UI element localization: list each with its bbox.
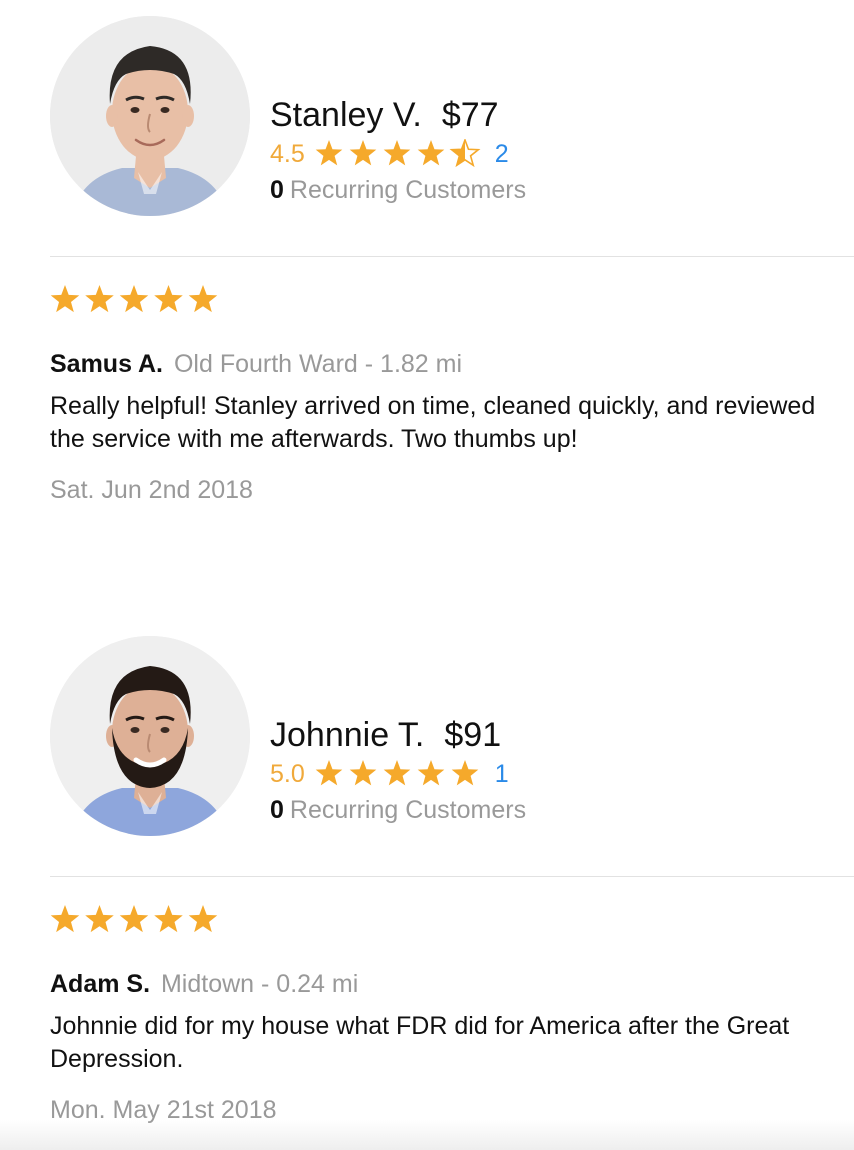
pro-header[interactable]: Stanley V. $77 4.5 2 0 Recurring Customers	[0, 0, 854, 256]
star-full-icon	[85, 285, 114, 313]
review-stars-icon	[50, 285, 218, 313]
review-stars-icon	[50, 905, 218, 933]
star-full-icon	[451, 760, 479, 786]
star-full-icon	[315, 760, 343, 786]
recurring-customers: 0 Recurring Customers	[270, 794, 526, 826]
pro-name-line: Johnnie T. $91	[270, 714, 526, 756]
pro-header[interactable]: Johnnie T. $91 5.0 1 0 Recurring Customers	[0, 620, 854, 876]
star-rating-icon	[315, 139, 481, 168]
review: Samus A. Old Fourth Ward - 1.82 mi Reall…	[50, 284, 830, 506]
star-full-icon	[417, 140, 445, 166]
star-full-icon	[188, 285, 218, 313]
pro-card: Stanley V. $77 4.5 2 0 Recurring Customers…	[0, 0, 854, 504]
recurring-label: Recurring Customers	[289, 796, 527, 824]
pro-info: Johnnie T. $91 5.0 1 0 Recurring Customers	[270, 714, 526, 826]
recurring-count: 0	[270, 176, 284, 204]
star-full-icon	[154, 905, 183, 933]
pro-name: Johnnie T.	[270, 716, 425, 754]
review-count-link[interactable]: 1	[495, 760, 509, 789]
review-text: Johnnie did for my house what FDR did fo…	[50, 1012, 790, 1073]
reviewer-location: Midtown - 0.24 mi	[160, 970, 359, 998]
person-photo-icon	[50, 16, 250, 216]
pro-avatar[interactable]	[50, 636, 250, 836]
divider	[50, 876, 854, 877]
rating-line: 5.0 1	[270, 758, 526, 790]
pro-card: Johnnie T. $91 5.0 1 0 Recurring Customers…	[0, 620, 854, 1124]
reviewer-line: Samus A. Old Fourth Ward - 1.82 mi	[50, 348, 830, 380]
review-text: Really helpful! Stanley arrived on time,…	[50, 392, 816, 453]
reviewer-name: Samus A.	[50, 350, 164, 378]
reviewer-name: Adam S.	[50, 970, 151, 998]
star-full-icon	[119, 285, 149, 313]
star-full-icon	[119, 905, 149, 933]
rating-line: 4.5 2	[270, 138, 526, 170]
pro-info: Stanley V. $77 4.5 2 0 Recurring Customers	[270, 94, 526, 206]
star-full-icon	[349, 760, 377, 786]
rating-value: 5.0	[270, 759, 305, 788]
star-full-icon	[50, 285, 80, 313]
review-count-link[interactable]: 2	[495, 140, 509, 169]
star-full-icon	[50, 905, 80, 933]
star-full-icon	[85, 905, 114, 933]
scroll-fade	[0, 1120, 854, 1150]
pro-avatar[interactable]	[50, 16, 250, 216]
reviewer-location: Old Fourth Ward - 1.82 mi	[173, 350, 463, 378]
star-full-icon	[349, 140, 377, 166]
star-full-icon	[417, 760, 445, 786]
recurring-count: 0	[270, 796, 284, 824]
review: Adam S. Midtown - 0.24 mi Johnnie did fo…	[50, 904, 830, 1126]
recurring-customers: 0 Recurring Customers	[270, 174, 526, 206]
pro-name-line: Stanley V. $77	[270, 94, 526, 136]
pro-list: Stanley V. $77 4.5 2 0 Recurring Customers…	[0, 0, 854, 1150]
divider	[50, 256, 854, 257]
recurring-label: Recurring Customers	[289, 176, 527, 204]
pro-name: Stanley V.	[270, 96, 422, 134]
pro-price: $77	[441, 96, 499, 134]
pro-price: $91	[444, 716, 502, 754]
star-full-icon	[154, 285, 183, 313]
person-photo-icon	[50, 636, 250, 836]
review-date: Sat. Jun 2nd 2018	[50, 476, 253, 504]
star-full-icon	[383, 140, 411, 166]
star-full-icon	[188, 905, 218, 933]
star-full-icon	[383, 760, 411, 786]
star-rating-icon	[315, 760, 479, 786]
reviewer-line: Adam S. Midtown - 0.24 mi	[50, 968, 830, 1000]
star-full-icon	[315, 140, 343, 166]
rating-value: 4.5	[270, 139, 305, 168]
